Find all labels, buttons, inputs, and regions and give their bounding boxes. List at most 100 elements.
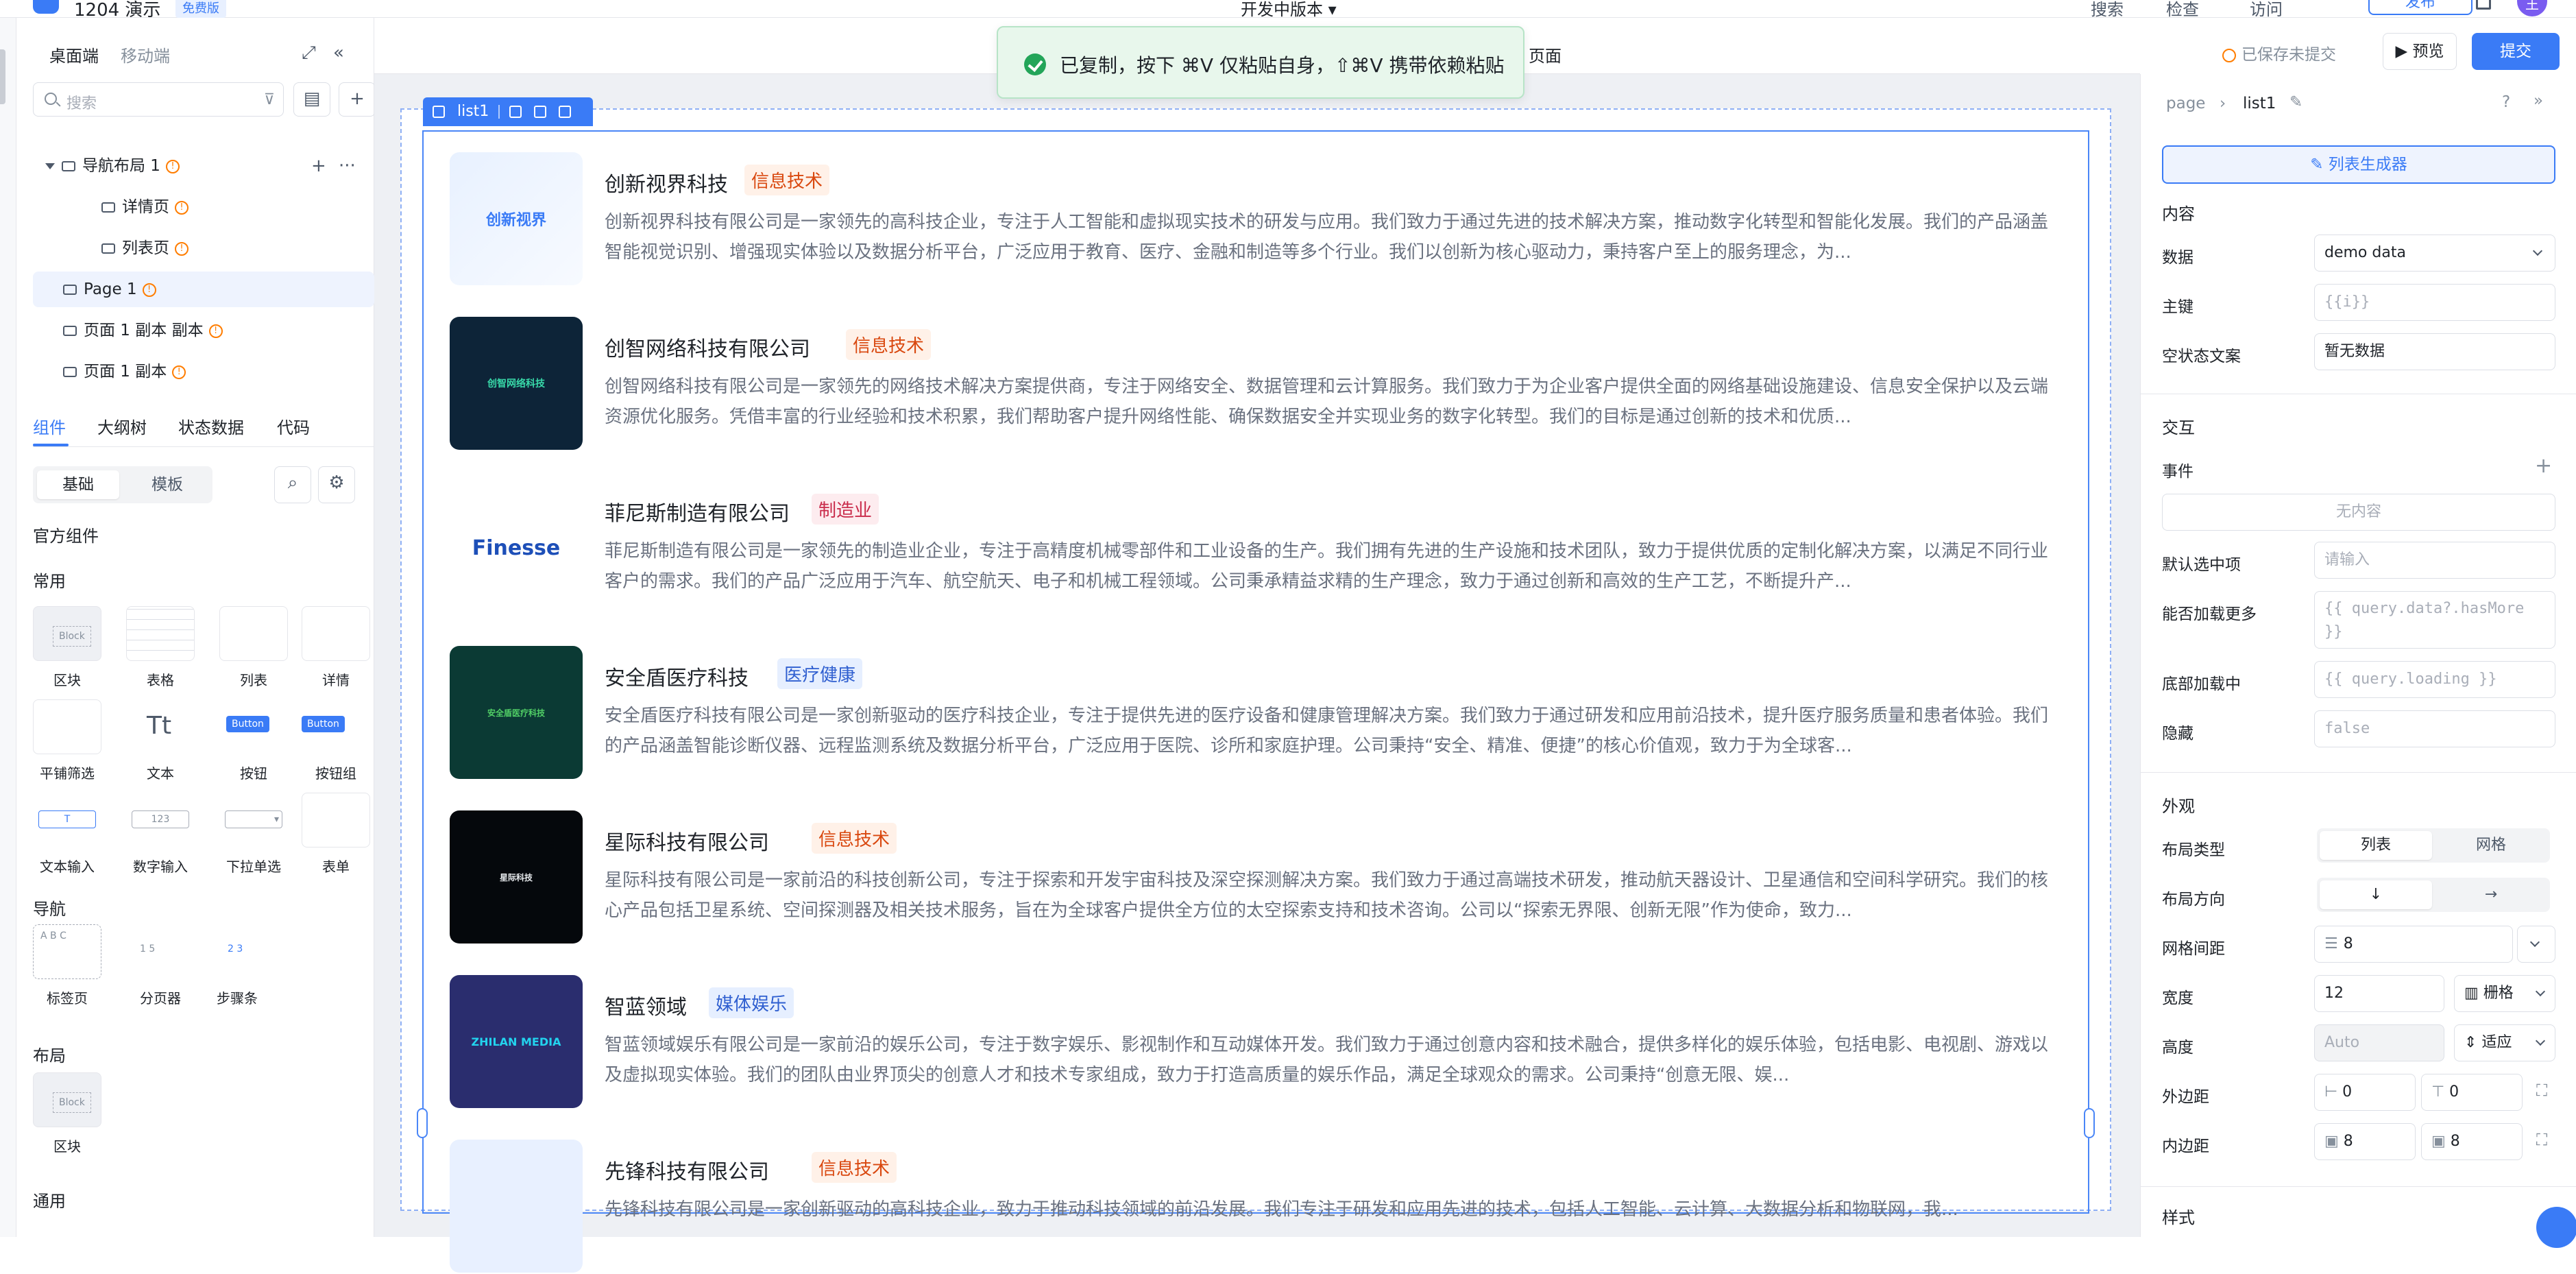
margin-expand-icon[interactable]: ⛶ <box>2536 1082 2547 1100</box>
tab-desktop[interactable]: 桌面端 <box>49 43 99 67</box>
chat-help-icon[interactable] <box>2536 1207 2576 1248</box>
visit-link[interactable]: 访问 <box>2250 0 2283 20</box>
component-table[interactable]: 表格 <box>126 606 195 689</box>
component-button[interactable]: Button 按钮 <box>219 699 288 782</box>
check-link[interactable]: 检查 <box>2166 0 2199 20</box>
tab-outline[interactable]: 大纲树 <box>97 414 147 438</box>
add-page-button[interactable]: + <box>339 82 376 117</box>
hidden-input[interactable]: false <box>2314 710 2555 747</box>
preview-button[interactable]: ▶ 预览 <box>2383 33 2457 70</box>
list-item[interactable]: Finesse 菲尼斯制造有限公司 制造业 菲尼斯制造有限公司是一家领先的制造业企业，… <box>450 481 2061 616</box>
padding-y-input[interactable]: ▣ 8 <box>2421 1123 2523 1160</box>
edit-icon[interactable]: ✎ <box>2289 93 2302 111</box>
component-button-group[interactable]: Button 按钮组 <box>302 699 370 782</box>
margin-y-input[interactable]: ⊤ 0 <box>2421 1074 2523 1111</box>
component-text-input[interactable]: T 文本输入 <box>33 793 101 876</box>
component-steps[interactable]: 2 3 步骤条 <box>203 924 271 1007</box>
list-item[interactable]: 创智网络科技 创智网络科技有限公司 信息技术 创智网络科技有限公司是一家领先的网络技术… <box>450 317 2061 451</box>
height-input[interactable]: Auto <box>2314 1024 2444 1061</box>
list-item[interactable]: 安全盾医疗科技 安全盾医疗科技 医疗健康 安全盾医疗科技有限公司是一家创新驱动的医疗科… <box>450 646 2061 780</box>
bell-icon[interactable] <box>2476 0 2491 10</box>
component-block[interactable]: Block 区块 <box>33 606 101 689</box>
seg-template[interactable]: 模板 <box>126 470 208 499</box>
component-search-button[interactable]: ⌕ <box>274 466 311 503</box>
layout-grid-option[interactable]: 网格 <box>2435 831 2547 860</box>
tree-item-copy-copy[interactable]: 页面 1 副本 副本! <box>33 313 374 348</box>
help-icon[interactable]: ? <box>2502 93 2510 111</box>
component-detail[interactable]: 详情 <box>302 606 370 689</box>
component-form[interactable]: 表单 <box>302 793 370 876</box>
width-unit-select[interactable]: ▥ 栅格 <box>2454 975 2555 1012</box>
data-label: 数据 <box>2162 249 2194 267</box>
direction-horizontal[interactable]: → <box>2435 880 2547 909</box>
list-generator-button[interactable]: ✎ 列表生成器 <box>2162 145 2555 184</box>
component-text[interactable]: Tt 文本 <box>126 699 195 782</box>
direction-vertical[interactable]: ↓ <box>2320 880 2432 909</box>
submit-button[interactable]: 提交 <box>2472 33 2560 70</box>
resize-handle-right[interactable] <box>2084 1108 2095 1138</box>
bottom-loading-input[interactable]: {{ query.loading }} <box>2314 661 2555 698</box>
settings-icon[interactable]: ⚙ <box>318 466 355 503</box>
tree-item-list[interactable]: 列表页! <box>33 230 374 266</box>
version-selector[interactable]: 开发中版本 ▾ <box>1241 0 1337 20</box>
add-event-icon[interactable]: + <box>2535 454 2552 478</box>
resize-handle-left[interactable] <box>417 1108 428 1138</box>
data-select[interactable]: demo data <box>2314 235 2555 272</box>
list-selection-tag[interactable]: list1 <box>423 97 594 126</box>
tab-code[interactable]: 代码 <box>277 414 310 438</box>
breadcrumb-page[interactable]: page <box>2166 95 2205 112</box>
search-link[interactable]: 搜索 <box>2091 0 2124 20</box>
component-number-input[interactable]: 123 数字输入 <box>126 793 195 876</box>
component-tabs[interactable]: A B C 标签页 <box>33 924 101 1007</box>
tree-item-detail[interactable]: 详情页! <box>33 189 374 225</box>
height-mode-select[interactable]: ⇕ 适应 <box>2454 1024 2555 1061</box>
gap-dropdown[interactable] <box>2517 926 2555 963</box>
avatar[interactable]: 王 <box>2517 0 2547 16</box>
duplicate-icon[interactable] <box>534 106 547 118</box>
tree-item-nav-layout[interactable]: 导航布局 1! + ··· <box>33 148 374 184</box>
layout-list-option[interactable]: 列表 <box>2320 831 2432 860</box>
tab-components[interactable]: 组件 <box>33 414 66 438</box>
seg-basic[interactable]: 基础 <box>37 470 119 499</box>
empty-text-input[interactable]: 暂无数据 <box>2314 333 2555 370</box>
publish-button[interactable]: 发布 <box>2368 0 2472 15</box>
list-item[interactable]: ZHILAN MEDIA 智蓝领域 媒体娱乐 智蓝领域娱乐有限公司是一家前沿的娱乐公司… <box>450 975 2061 1109</box>
industry-tag: 信息技术 <box>846 329 932 360</box>
copy-icon[interactable] <box>509 106 522 118</box>
gap-input[interactable]: ☰ 8 <box>2314 926 2513 963</box>
padding-x-input[interactable]: ▣ 8 <box>2314 1123 2416 1160</box>
component-list[interactable]: 列表 <box>219 606 288 689</box>
padding-expand-icon[interactable]: ⛶ <box>2536 1131 2547 1149</box>
list-item[interactable]: 创新视界 创新视界科技 信息技术 创新视界科技有限公司是一家领先的高科技企业，专注于人… <box>450 152 2061 287</box>
width-input[interactable]: 12 <box>2314 975 2444 1012</box>
load-more-label: 能否加载更多 <box>2162 605 2257 623</box>
caret-down-icon[interactable] <box>45 163 55 169</box>
collapse-panel-icon[interactable]: » <box>2534 92 2543 110</box>
filter-icon[interactable]: ⊽ <box>264 91 275 108</box>
expand-icon[interactable]: ⤢ <box>302 43 316 64</box>
key-input[interactable]: {{i}} <box>2314 284 2555 321</box>
default-selected-input[interactable]: 请输入 <box>2314 542 2555 579</box>
component-select[interactable]: ▾ 下拉单选 <box>219 793 288 876</box>
component-layout-block[interactable]: Block 区块 <box>33 1072 101 1155</box>
page-layout-button[interactable]: ▤ <box>293 82 330 117</box>
collapse-icon[interactable]: « <box>333 43 344 63</box>
tree-item-page1[interactable]: Page 1! <box>33 272 374 307</box>
add-child-icon[interactable]: + <box>311 148 326 184</box>
tree-item-copy[interactable]: 页面 1 副本! <box>33 354 374 389</box>
load-more-input[interactable]: {{ query.data?.hasMore }} <box>2314 591 2555 649</box>
list-item[interactable]: 星际科技 星际科技有限公司 信息技术 星际科技有限公司是一家前沿的科技创新公司，专注于… <box>450 810 2061 945</box>
tab-mobile[interactable]: 移动端 <box>121 43 170 67</box>
more-icon[interactable]: ··· <box>339 148 356 184</box>
app-logo[interactable] <box>33 0 59 14</box>
component-filter[interactable]: 平铺筛选 <box>33 699 101 782</box>
event-list[interactable]: 无内容 <box>2162 494 2555 531</box>
margin-x-input[interactable]: ⊢ 0 <box>2314 1074 2416 1111</box>
tab-state[interactable]: 状态数据 <box>178 414 244 438</box>
component-type-toggle: 基础 模板 <box>33 466 212 503</box>
search-input[interactable]: 搜索 ⊽ <box>33 82 284 117</box>
company-description: 星际科技有限公司是一家前沿的科技创新公司，专注于探索和开发宇宙科技及深空探测解决… <box>605 870 2049 921</box>
delete-icon[interactable] <box>559 106 572 118</box>
list-item[interactable]: 先锋科技有限公司 信息技术 先锋科技有限公司是一家创新驱动的高科技企业，致力于推动科… <box>450 1140 2061 1274</box>
component-pager[interactable]: 1 5 分页器 <box>126 924 195 1007</box>
